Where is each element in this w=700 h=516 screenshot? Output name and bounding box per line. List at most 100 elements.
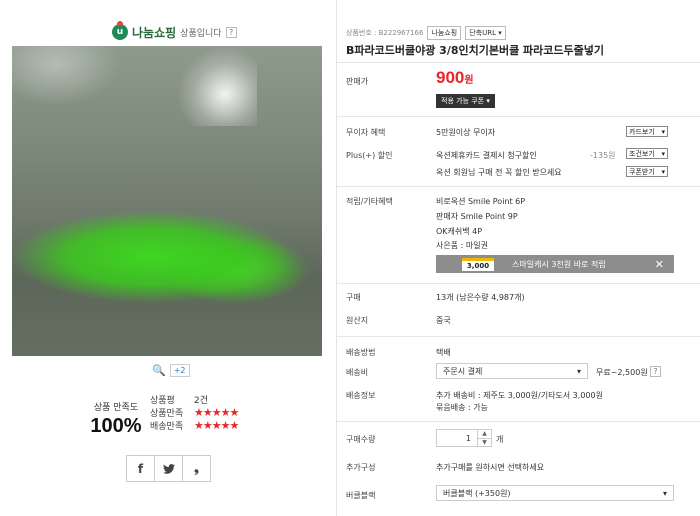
coupon-label: 적용 가능 쿠폰 (441, 97, 485, 105)
quantity-input[interactable]: 1 (437, 430, 477, 446)
product-number: 상품번호 : B222967166 (346, 29, 424, 37)
short-url-button[interactable]: 단축URL ▾ (465, 26, 506, 40)
price-amount: 900 (436, 68, 465, 87)
shipping-method-value: 택배 (436, 348, 451, 357)
price-label: 판매가 (346, 77, 369, 86)
plus-discount-line1: 옥션제휴카드 결제시 청구할인 (436, 151, 537, 160)
quantity-stepper-buttons: ▲ ▼ (477, 430, 491, 446)
divider (336, 116, 700, 117)
more-images-button[interactable]: +2 (169, 364, 190, 377)
seller-name[interactable]: 나눔쇼핑 (132, 24, 176, 41)
satisfaction-value: 100% (90, 415, 142, 437)
points-line: OK캐쉬백 4P (436, 227, 483, 236)
ratings-table: 상품평 2건 상품만족 ★★★★★ 배송만족 ★★★★★ (150, 393, 239, 432)
satisfaction-summary: 상품 만족도 100% (80, 400, 152, 438)
price-value: 900원 (436, 68, 474, 88)
search-icon[interactable]: 🔍 (152, 364, 166, 377)
shipping-fee-value: 무료~2,500원 (596, 368, 648, 377)
condition-view-label: 조건보기 (629, 149, 655, 158)
product-meta-row: 상품번호 : B222967166 나눔쇼핑 단축URL ▾ (346, 26, 506, 40)
review-count-label: 상품평 (150, 396, 175, 406)
divider (336, 421, 700, 422)
divider (336, 283, 700, 284)
quantity-unit: 개 (496, 435, 504, 444)
product-photo[interactable] (12, 46, 322, 356)
twitter-icon[interactable] (154, 455, 183, 482)
shipping-help-icon[interactable]: ? (650, 366, 661, 377)
coupon-dropdown[interactable]: 적용 가능 쿠폰 ▾ (436, 94, 495, 108)
chevron-down-icon: ▾ (661, 149, 665, 158)
close-icon[interactable]: ✕ (655, 258, 664, 271)
card-view-button[interactable]: 카드보기 ▾ (626, 126, 668, 137)
extra-option-label: 추가구성 (346, 463, 376, 472)
shipping-method-label: 배송방법 (346, 348, 376, 357)
chevron-down-icon: ▾ (661, 127, 665, 136)
product-rating-label: 상품만족 (150, 409, 184, 419)
chevron-down-icon: ▾ (486, 97, 490, 105)
chevron-down-icon: ▾ (662, 488, 667, 498)
origin-value: 중국 (436, 316, 451, 325)
divider (336, 336, 700, 337)
quantity-stepper: 1 ▲ ▼ (436, 429, 492, 447)
interest-free-label: 무이자 혜택 (346, 128, 386, 137)
review-count-value[interactable]: 2건 (194, 393, 208, 406)
divider (336, 62, 700, 63)
buckle-option-select[interactable]: 버클블랙 (+350원) ▾ (436, 485, 674, 501)
chevron-down-icon: ▾ (498, 29, 502, 37)
gallery-controls: 🔍 +2 (152, 364, 190, 377)
delivery-rating-label: 배송만족 (150, 422, 184, 432)
extra-option-hint: 추가구매를 원하시면 선택하세요 (436, 463, 545, 472)
condition-view-button[interactable]: 조건보기 ▾ (626, 148, 668, 159)
photo-glare-secondary (12, 46, 122, 106)
shop-button[interactable]: 나눔쇼핑 (427, 26, 462, 40)
decrement-icon[interactable]: ▼ (478, 439, 491, 447)
photo-glare (177, 46, 257, 126)
smile-card-image: 3,000 (462, 257, 494, 271)
facebook-icon[interactable]: f (126, 455, 155, 482)
shipping-info-line2: 묶음배송 : 가능 (436, 403, 488, 412)
product-info-pane: 상품번호 : B222967166 나눔쇼핑 단축URL ▾ B파라코드버클야광… (336, 0, 700, 516)
increment-icon[interactable]: ▲ (478, 430, 491, 439)
smile-cash-banner[interactable]: 3,000 스마일캐시 3천원 바로 적립 ✕ (436, 255, 674, 273)
review-count-row: 상품평 2건 (150, 393, 238, 406)
short-url-label: 단축URL (469, 29, 497, 37)
shipping-fee-label: 배송비 (346, 368, 369, 377)
interest-free-value: 5만원이상 무이자 (436, 128, 496, 137)
product-rating-row: 상품만족 ★★★★★ (150, 406, 239, 419)
product-gallery-pane: u 나눔쇼핑 상품입니다 ? 🔍 +2 상품 만족도 100% 상품평 2건 상… (0, 0, 336, 516)
plus-discount-label: Plus(+) 할인 (346, 151, 393, 160)
coupon-get-button[interactable]: 쿠폰받기 ▾ (626, 166, 668, 177)
quantity-label: 구매수량 (346, 435, 376, 444)
seller-bar: u 나눔쇼핑 상품입니다 ? (112, 21, 237, 42)
shipping-info-line1: 추가 배송비 : 제주도 3,000원/기타도서 3,000원 (436, 391, 603, 400)
seller-help-icon[interactable]: ? (225, 26, 237, 38)
shipping-fee-select[interactable]: 주문시 결제 ▾ (436, 363, 588, 379)
shipping-info-label: 배송정보 (346, 391, 376, 400)
chevron-down-icon: ▾ (576, 366, 581, 376)
plus-discount-line2: 옥션 회원님 구매 전 꼭 할인 받으세요 (436, 168, 562, 177)
delivery-rating-row: 배송만족 ★★★★★ (150, 419, 239, 432)
story-share-icon[interactable]: ❟ (182, 455, 211, 482)
points-line: 사은품 : 마일권 (436, 241, 488, 250)
satisfaction-label: 상품 만족도 (93, 403, 139, 413)
seller-logo[interactable]: u (112, 21, 128, 40)
card-view-label: 카드보기 (629, 127, 655, 136)
purchase-count-value: 13개 (남은수량 4,987개) (436, 293, 525, 302)
points-line: 비로옥션 Smile Point 6P (436, 197, 526, 206)
star-rating-icon: ★★★★★ (194, 406, 239, 419)
smile-cash-text: 스마일캐시 3천원 바로 적립 (512, 259, 606, 269)
coupon-get-label: 쿠폰받기 (629, 167, 655, 176)
chevron-down-icon: ▾ (661, 167, 665, 176)
points-line: 판매자 Smile Point 9P (436, 212, 518, 221)
star-rating-icon: ★★★★★ (194, 419, 239, 432)
share-buttons: f ❟ (126, 455, 211, 482)
purchase-count-label: 구매 (346, 293, 361, 302)
seller-suffix: 상품입니다 (180, 28, 222, 39)
price-unit: 원 (464, 75, 474, 86)
plus-discount-amount: -135원 (590, 151, 616, 160)
divider (336, 186, 700, 187)
origin-label: 원산지 (346, 316, 369, 325)
shipping-fee-select-label: 주문시 결제 (443, 366, 483, 376)
buckle-option-label: 버클블랙 (346, 491, 376, 500)
buckle-option-select-label: 버클블랙 (+350원) (443, 488, 511, 498)
